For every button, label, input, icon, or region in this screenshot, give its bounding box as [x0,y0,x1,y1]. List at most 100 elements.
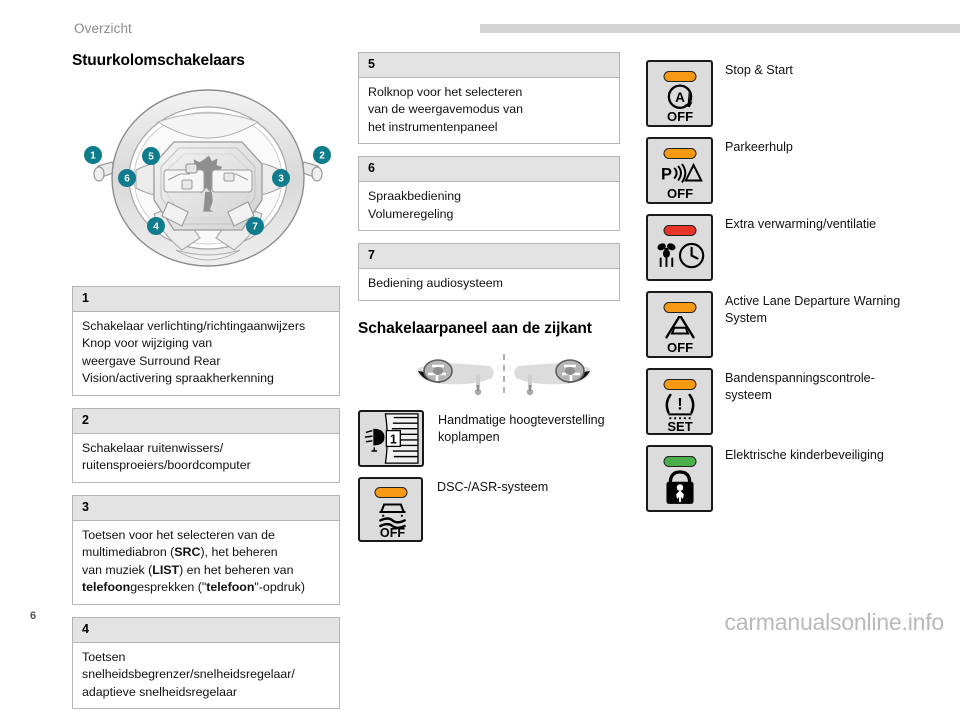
table-number: 3 [73,495,339,521]
dashboard-side-panel-location-diagram [404,352,628,402]
table-row: 3 Toetsen voor het selecteren van de mult… [72,494,340,605]
page-title: Stuurkolomschakelaars [72,52,245,69]
switch-row-auxiliary-heating: Extra verwarming/ventilatie [646,214,946,281]
side-panel-title: Schakelaarpaneel aan de zijkant [358,320,592,337]
table-number: 6 [359,157,619,183]
svg-text:4: 4 [153,222,159,233]
line-3: het instrumentenpaneel [368,119,498,134]
line-1: Toetsen snelheidsbegrenzer/snelheidsrege… [82,649,295,682]
tyre-pressure-glyph: ! SET [648,389,711,437]
switch-label-tyre-pressure: Bandenspanningscontrole- systeem [725,371,875,402]
line-2: Knop voor wijziging van [82,336,213,351]
svg-text:5: 5 [148,152,154,163]
svg-text:P: P [660,166,671,184]
line-4: Vision/activering spraakherkenning [82,371,274,386]
steering-wheel-diagram: 1 2 3 4 5 6 7 [72,84,344,276]
auxiliary-heating-ventilation-icon[interactable] [646,214,713,281]
line-3: weergave Surround Rear [82,353,221,368]
table-row: 4 Toetsen snelheidsbegrenzer/snelheidsre… [72,616,340,710]
watermark: carmanualsonline.info [724,609,944,635]
table-row: 2 Schakelaar ruitenwissers/ruitensproeie… [72,408,340,483]
switch-label-auxiliary-heating: Extra verwarming/ventilatie [725,217,877,231]
table-row: 5 Rolknop voor het selecteren van de weer… [358,52,620,145]
table-text: Rolknop voor het selecteren van de weerga… [359,78,619,144]
stop-start-glyph: A OFF [648,83,711,129]
table-number: 1 [73,287,339,312]
table-text: Bediening audiosysteem [368,275,504,290]
svg-text:OFF: OFF [666,186,692,201]
switch-label-child-lock: Elektrische kinderbeveiliging [725,448,884,462]
svg-text:OFF: OFF [666,109,692,124]
line-1: Schakelaar ruitenwissers/ [82,440,224,455]
table-text: Schakelaar ruitenwissers/ruitensproeiers… [73,434,339,482]
table-text: Toetsen voor het selecteren van de multim… [73,521,339,604]
headlamp-levelling-wheel-icon[interactable]: 1 [358,410,424,467]
table-number: 2 [73,409,339,434]
tyre-pressure-monitoring-set-icon[interactable]: ! SET [646,368,713,435]
stop-start-off-icon[interactable]: A OFF [646,60,713,127]
svg-text:OFF: OFF [380,526,405,540]
switch-label-park-assist: Parkeerhulp [725,140,793,154]
line-1: Rolknop voor het selecteren [368,84,523,99]
led-indicator [374,487,407,498]
left-column-tables: 1 Schakelaar verlichting/richtingaanwijz… [72,286,340,721]
table-text: Schakelaar verlichting/richtingaanwijzer… [73,312,339,395]
table-number: 7 [359,244,619,269]
table-number: 5 [359,53,619,78]
dsc-asr-off-icon[interactable]: OFF [358,477,423,542]
led-indicator [663,148,696,159]
child-lock-glyph [648,469,711,511]
switch-row-lane-departure: OFF Active Lane Departure Warning System [646,291,946,358]
header-band [480,24,960,33]
svg-text:3: 3 [278,174,284,185]
side-panel-section: Schakelaarpaneel aan de zijkant 1 Handma… [358,320,628,552]
line-1: Toetsen voor het selecteren van de [82,527,275,542]
right-column: A OFF Stop & Start P OFF Parkeerhulp Ext… [646,60,946,522]
svg-text:6: 6 [124,174,130,185]
switch-row-headlamp-levelling: 1 Handmatige hoogteverstelling koplampen [358,410,628,467]
svg-text:1: 1 [390,433,397,447]
led-indicator [663,302,696,313]
park-assist-off-icon[interactable]: P OFF [646,137,713,204]
middle-column: 5 Rolknop voor het selecteren van de weer… [358,52,620,313]
electric-child-lock-icon[interactable] [646,445,713,512]
switch-row-stop-start: A OFF Stop & Start [646,60,946,127]
table-number: 4 [73,617,339,643]
line-2: ruitensproeiers/boordcomputer [82,458,251,473]
switch-row-dsc-asr: OFF DSC-/ASR-systeem [358,477,628,542]
table-row: 1 Schakelaar verlichting/richtingaanwijz… [72,286,340,397]
switch-label-stop-start: Stop & Start [725,63,793,77]
switch-row-park-assist: P OFF Parkeerhulp [646,137,946,204]
led-indicator [663,225,696,236]
park-assist-glyph: P OFF [648,160,711,206]
switch-label-headlamp-levelling: Handmatige hoogteverstelling koplampen [438,413,605,444]
line-2: multimediabron (SRC), het beheren [82,545,278,560]
switch-label-dsc-asr: DSC-/ASR-systeem [437,480,549,494]
svg-text:1: 1 [90,151,96,162]
breadcrumb: Overzicht [74,21,132,36]
svg-text:A: A [675,90,685,105]
line-3: van muziek (LIST) en het beheren van [82,562,294,577]
line-2: Volumeregeling [368,206,454,221]
line-2: adaptieve snelheidsregelaar [82,684,237,699]
svg-text:7: 7 [252,222,258,233]
table-text: Spraakbediening Volumeregeling [359,182,619,230]
table-row: 7 Bediening audiosysteem [358,243,620,301]
table-row: 6 Spraakbediening Volumeregeling [358,156,620,232]
switch-label-lane-departure: Active Lane Departure Warning System [725,294,901,325]
lane-departure-warning-off-icon[interactable]: OFF [646,291,713,358]
led-indicator [663,71,696,82]
line-1: Spraakbediening [368,189,462,204]
switch-row-tyre-pressure: ! SET Bandenspanningscontrole- systeem [646,368,946,435]
line-4: telefoongesprekken ("telefoon"-opdruk) [82,580,305,595]
lane-departure-glyph: OFF [648,314,711,360]
table-text: Toetsen snelheidsbegrenzer/snelheidsrege… [73,643,339,709]
page-number: 6 [30,610,37,622]
svg-text:OFF: OFF [666,340,692,355]
svg-text:2: 2 [319,151,325,162]
auxiliary-heating-glyph [648,240,711,278]
svg-text:!: ! [677,396,682,414]
switch-row-child-lock: Elektrische kinderbeveiliging [646,445,946,512]
led-indicator [663,456,696,467]
svg-text:SET: SET [667,419,692,432]
